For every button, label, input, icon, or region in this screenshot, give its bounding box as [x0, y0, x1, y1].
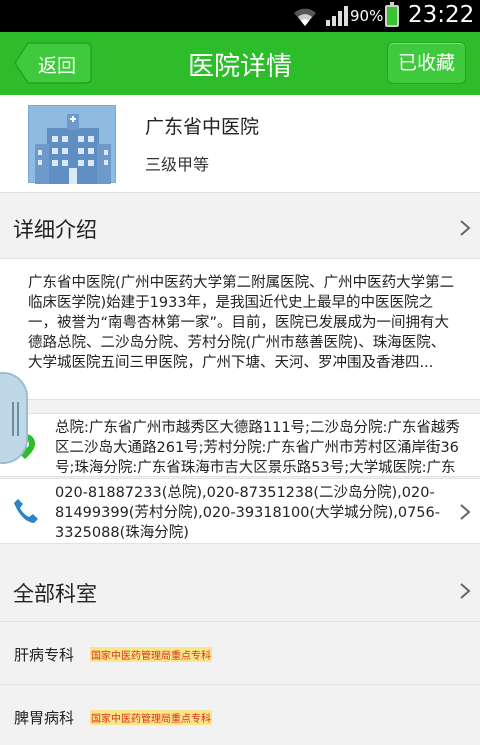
chevron-right-icon [460, 504, 471, 520]
address-text: 总院:广东省广州市越秀区大德路111号;二沙岛分院:广东省越秀区二沙岛大通路26… [55, 420, 460, 476]
side-drawer-handle[interactable] [0, 372, 28, 464]
department-tag: 国家中医药管理局重点专科 [90, 710, 212, 725]
clock: 23:22 [408, 2, 475, 28]
department-tag: 国家中医药管理局重点专科 [90, 647, 212, 662]
department-name: 肝病专科 [14, 646, 75, 664]
battery-percent: 90% [350, 7, 384, 25]
departments-heading: 全部科室 [13, 582, 97, 606]
list-item[interactable]: 肝病专科 国家中医药管理局重点专科 [0, 621, 480, 683]
intro-heading: 详细介绍 [13, 218, 97, 242]
favorite-button[interactable]: 已收藏 [387, 42, 466, 84]
department-name: 脾胃病科 [14, 709, 75, 727]
phone-row[interactable]: 020-81887233(总院),020-87351238(二沙岛分院),020… [0, 478, 480, 544]
intro-section-header[interactable]: 详细介绍 [0, 200, 480, 256]
chevron-right-icon [460, 583, 471, 599]
wifi-icon [294, 8, 316, 26]
title-bar: 返回 医院详情 已收藏 [0, 32, 480, 95]
departments-section-header[interactable]: 全部科室 [0, 562, 480, 620]
intro-panel: 广东省中医院(广州中医药大学第二附属医院、广州中医药大学第二临床医学院)始建于1… [0, 258, 480, 400]
intro-text: 广东省中医院(广州中医药大学第二附属医院、广州中医药大学第二临床医学院)始建于1… [28, 275, 455, 371]
hospital-building-icon [28, 105, 116, 184]
hospital-name: 广东省中医院 [145, 116, 260, 138]
phone-text: 020-81887233(总院),020-87351238(二沙岛分院),020… [55, 485, 440, 541]
signal-icon [326, 6, 348, 26]
chevron-right-icon [460, 220, 471, 236]
status-bar: 90% 23:22 [0, 0, 480, 32]
hospital-card: 广东省中医院 三级甲等 [0, 95, 480, 193]
phone-icon [14, 499, 38, 523]
address-row[interactable]: 总院:广东省广州市越秀区大德路111号;二沙岛分院:广东省越秀区二沙岛大通路26… [0, 413, 480, 477]
hospital-level: 三级甲等 [145, 155, 210, 174]
battery-icon [385, 2, 399, 27]
list-item[interactable]: 脾胃病科 国家中医药管理局重点专科 [0, 684, 480, 745]
